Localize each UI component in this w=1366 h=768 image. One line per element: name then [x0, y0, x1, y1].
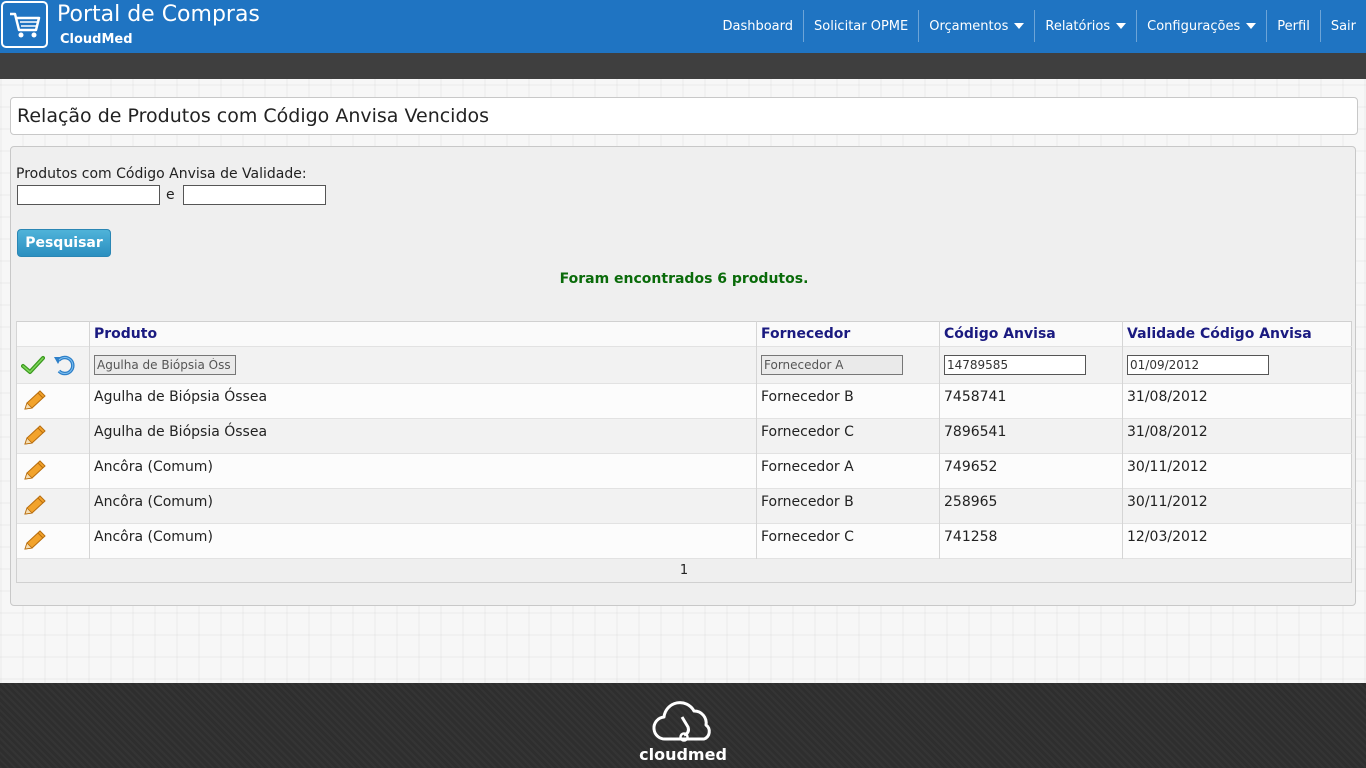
codigo-anvisa-cell: 7896541 — [939, 418, 1123, 454]
column-header-codigo-anvisa[interactable]: Código Anvisa — [939, 321, 1123, 347]
footer-logo: cloudmed — [639, 697, 727, 765]
pager-page-1[interactable]: 1 — [680, 563, 688, 578]
nav-orcamentos-label: Orçamentos — [929, 18, 1009, 34]
pencil-icon[interactable] — [21, 494, 47, 518]
codigo-anvisa-cell: 741258 — [939, 523, 1123, 559]
nav-perfil[interactable]: Perfil — [1266, 10, 1320, 42]
nav-configuracoes[interactable]: Configurações — [1136, 10, 1266, 42]
result-count-message: Foram encontrados 6 produtos. — [559, 271, 809, 287]
nav-sair-label: Sair — [1330, 18, 1356, 34]
table-row: Ancôra (Comum) Fornecedor B 258965 30/11… — [16, 488, 1352, 524]
table-row: Ancôra (Comum) Fornecedor C 741258 12/03… — [16, 523, 1352, 559]
row-actions — [16, 453, 90, 489]
app-title: Portal de Compras — [57, 2, 260, 27]
caret-down-icon — [1246, 23, 1257, 29]
row-actions — [16, 346, 90, 384]
table-row: Agulha de Biópsia Óssea Fornecedor B 745… — [16, 383, 1352, 419]
footer-logo-text: cloudmed — [639, 745, 727, 764]
page-title: Relação de Produtos com Código Anvisa Ve… — [17, 105, 490, 127]
produto-cell — [89, 346, 757, 384]
fornecedor-cell: Fornecedor A — [756, 453, 940, 489]
page-title-panel: Relação de Produtos com Código Anvisa Ve… — [10, 97, 1358, 135]
produto-cell: Agulha de Biópsia Óssea — [89, 383, 757, 419]
pencil-icon[interactable] — [21, 424, 47, 448]
validade-cell: 31/08/2012 — [1122, 383, 1352, 419]
undo-icon[interactable] — [53, 354, 77, 376]
produto-cell: Agulha de Biópsia Óssea — [89, 418, 757, 454]
row-actions — [16, 383, 90, 419]
search-button[interactable]: Pesquisar — [17, 229, 111, 257]
fornecedor-cell: Fornecedor B — [756, 488, 940, 524]
codigo-anvisa-cell — [939, 346, 1123, 384]
nav-relatorios[interactable]: Relatórios — [1034, 10, 1136, 42]
column-header-produto[interactable]: Produto — [89, 321, 757, 347]
cloud-stethoscope-icon — [652, 701, 711, 742]
caret-down-icon — [1116, 23, 1127, 29]
nav-configuracoes-label: Configurações — [1147, 18, 1241, 34]
produto-cell: Ancôra (Comum) — [89, 523, 757, 559]
column-header-validade[interactable]: Validade Código Anvisa — [1122, 321, 1352, 347]
fornecedor-input[interactable] — [761, 355, 903, 375]
row-actions — [16, 523, 90, 559]
pencil-icon[interactable] — [21, 459, 47, 483]
pencil-icon[interactable] — [21, 529, 47, 553]
fornecedor-cell — [756, 346, 940, 384]
codigo-anvisa-cell: 7458741 — [939, 383, 1123, 419]
date-to-input[interactable] — [183, 185, 326, 205]
nav-solicitar-opme[interactable]: Solicitar OPME — [803, 10, 918, 42]
row-actions — [16, 418, 90, 454]
sub-navbar — [0, 53, 1366, 79]
app-subtitle: CloudMed — [60, 32, 133, 47]
fornecedor-cell: Fornecedor C — [756, 418, 940, 454]
checkmark-icon[interactable] — [21, 355, 45, 375]
nav-orcamentos[interactable]: Orçamentos — [918, 10, 1034, 42]
codigo-anvisa-input[interactable] — [944, 355, 1086, 375]
validade-cell — [1122, 346, 1352, 384]
validade-cell: 31/08/2012 — [1122, 418, 1352, 454]
produto-input[interactable] — [94, 355, 236, 375]
table-header-row: Produto Fornecedor Código Anvisa Validad… — [16, 321, 1352, 347]
table-row-editing — [16, 346, 1352, 384]
products-table: Produto Fornecedor Código Anvisa Validad… — [16, 321, 1352, 583]
column-header-fornecedor[interactable]: Fornecedor — [756, 321, 940, 347]
caret-down-icon — [1014, 23, 1025, 29]
table-row: Ancôra (Comum) Fornecedor A 749652 30/11… — [16, 453, 1352, 489]
validade-cell: 12/03/2012 — [1122, 523, 1352, 559]
table-pager-row: 1 — [16, 558, 1352, 583]
fornecedor-cell: Fornecedor B — [756, 383, 940, 419]
nav-relatorios-label: Relatórios — [1045, 18, 1111, 34]
table-row: Agulha de Biópsia Óssea Fornecedor C 789… — [16, 418, 1352, 454]
produto-cell: Ancôra (Comum) — [89, 453, 757, 489]
validade-cell: 30/11/2012 — [1122, 453, 1352, 489]
row-actions — [16, 488, 90, 524]
nav-sair[interactable]: Sair — [1319, 10, 1366, 42]
conjunction-label: e — [166, 187, 175, 203]
codigo-anvisa-cell: 749652 — [939, 453, 1123, 489]
produto-cell: Ancôra (Comum) — [89, 488, 757, 524]
top-navbar: Portal de Compras CloudMed Dashboard Sol… — [0, 0, 1366, 53]
column-header-actions — [16, 321, 90, 347]
pager-cell: 1 — [16, 558, 1352, 583]
validade-cell: 30/11/2012 — [1122, 488, 1352, 524]
codigo-anvisa-cell: 258965 — [939, 488, 1123, 524]
nav-dashboard-label: Dashboard — [722, 18, 793, 34]
nav-dashboard[interactable]: Dashboard — [712, 10, 803, 42]
pencil-icon[interactable] — [21, 389, 47, 413]
report-panel: Produtos com Código Anvisa de Validade: … — [10, 146, 1356, 606]
nav-perfil-label: Perfil — [1277, 18, 1310, 34]
fornecedor-cell: Fornecedor C — [756, 523, 940, 559]
footer: cloudmed — [0, 683, 1366, 768]
filter-label: Produtos com Código Anvisa de Validade: — [16, 166, 307, 182]
main-nav: Dashboard Solicitar OPME Orçamentos Rela… — [712, 10, 1366, 42]
shopping-cart-icon[interactable] — [1, 1, 48, 48]
date-from-input[interactable] — [17, 185, 160, 205]
nav-solicitar-opme-label: Solicitar OPME — [814, 18, 909, 34]
validade-input[interactable] — [1127, 355, 1269, 375]
